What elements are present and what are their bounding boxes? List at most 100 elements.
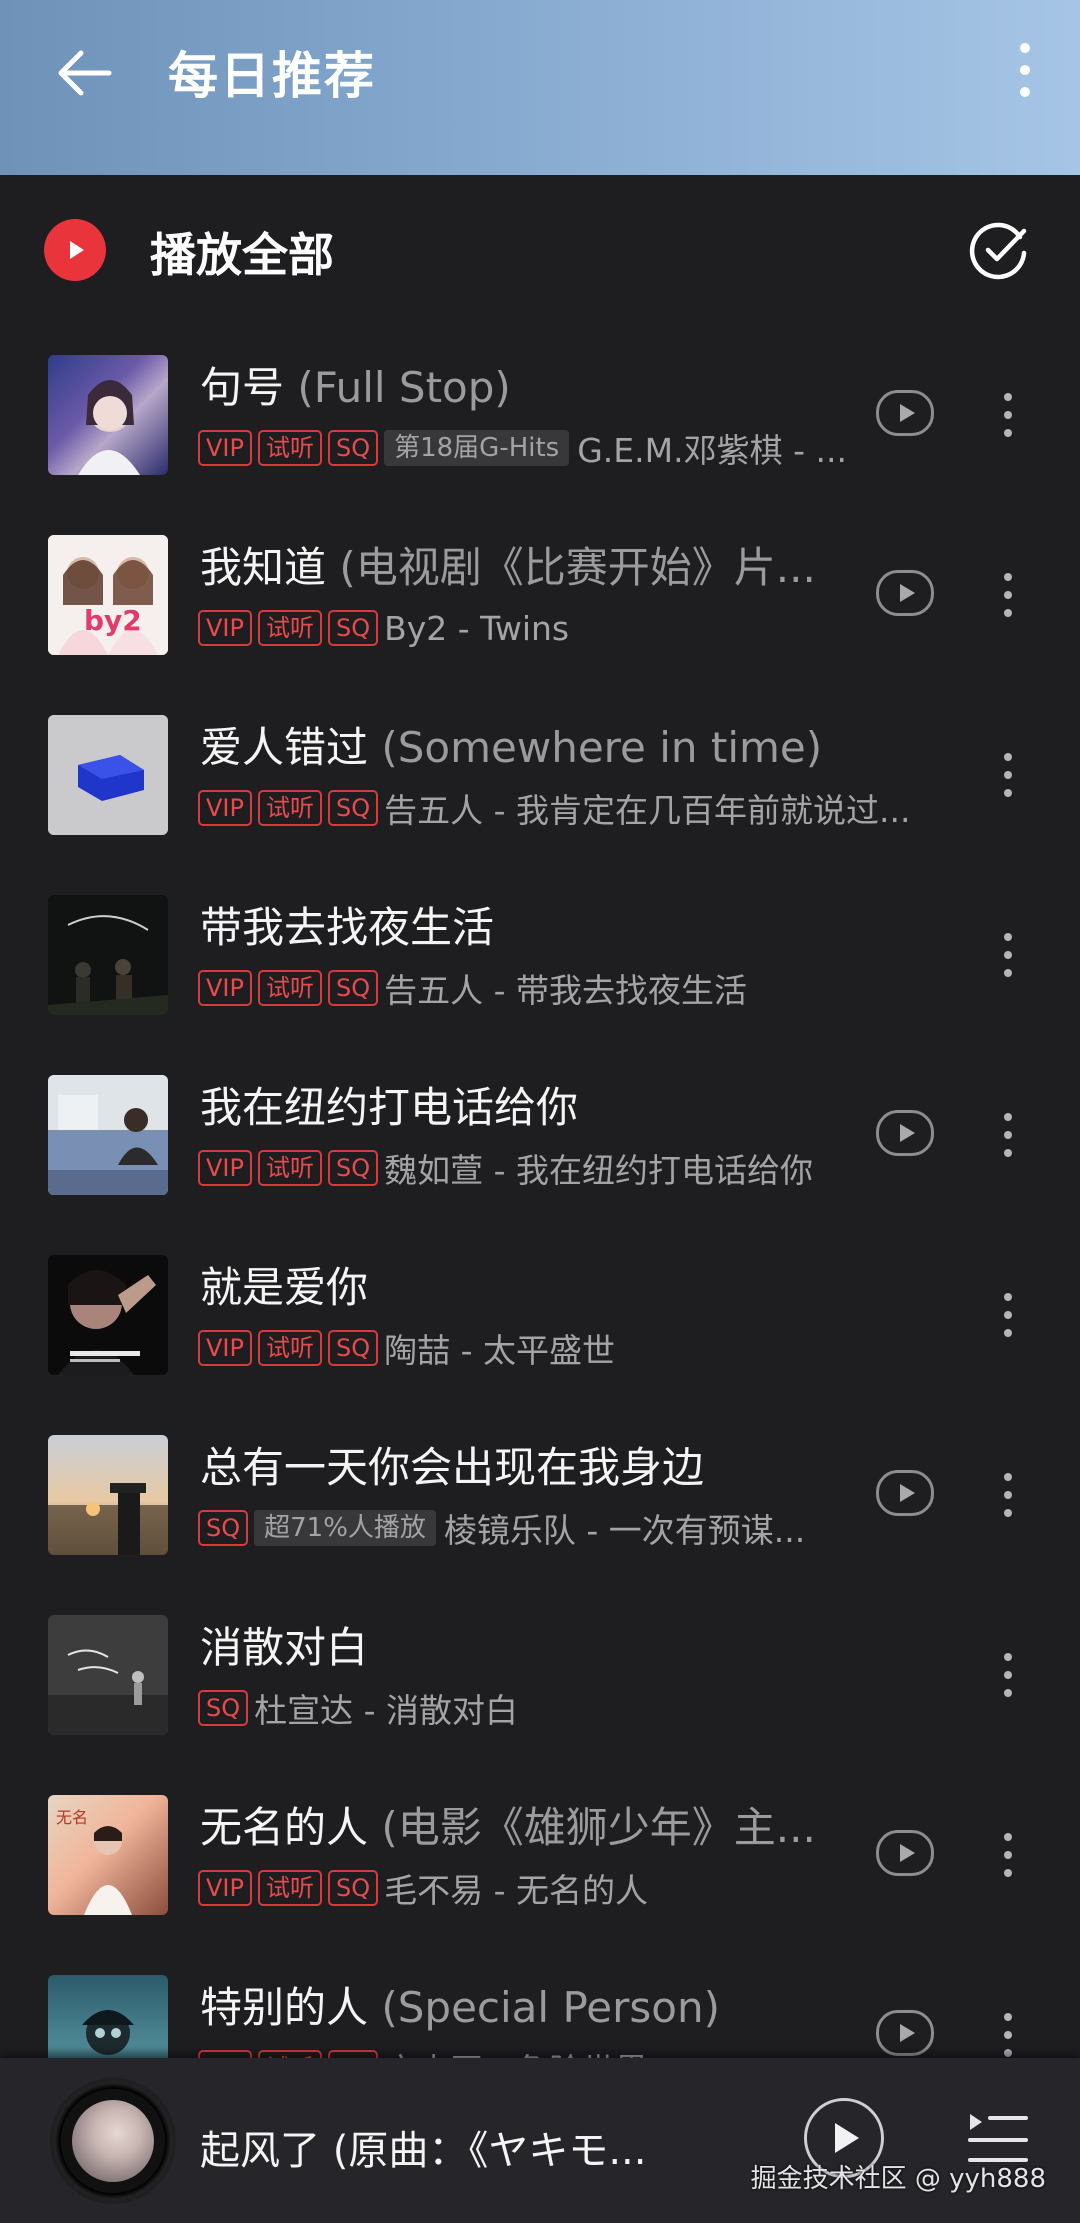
award-badge: 第18届G-Hits	[384, 430, 570, 466]
song-meta: VIP 试听 SQ 告五人 - 我肯定在几百年前就说过...	[198, 786, 938, 830]
play-all-label[interactable]: 播放全部	[150, 219, 334, 285]
song-more-icon[interactable]	[988, 2000, 1028, 2060]
song-meta: SQ 杜宣达 - 消散对白	[198, 1686, 938, 1730]
more-vertical-icon	[1020, 43, 1030, 97]
song-title: 特别的人 (Special Person)	[200, 1983, 720, 2032]
now-playing-disc[interactable]	[50, 2078, 176, 2204]
song-title: 我在纽约打电话给你	[200, 1083, 579, 1132]
vip-tag: VIP	[198, 790, 252, 826]
song-more-icon[interactable]	[988, 560, 1028, 630]
mv-play-icon[interactable]	[876, 1470, 934, 1516]
mv-play-icon[interactable]	[876, 2010, 934, 2056]
popularity-badge: 超71%人播放	[254, 1510, 436, 1546]
album-cover	[48, 355, 168, 475]
song-more-icon[interactable]	[988, 1280, 1028, 1350]
vip-tag: VIP	[198, 1870, 252, 1906]
song-more-icon[interactable]	[988, 1820, 1028, 1890]
song-more-icon[interactable]	[988, 1100, 1028, 1170]
song-title: 我知道 (电视剧《比赛开始》片...	[200, 543, 816, 592]
song-meta: VIP 试听 SQ 第18届G-Hits G.E.M.邓紫棋 - ...	[198, 426, 938, 470]
check-circle-icon[interactable]	[966, 217, 1032, 283]
song-meta: VIP 试听 SQ 毛不易 - 无名的人	[198, 1866, 938, 1910]
song-more-icon[interactable]	[988, 380, 1028, 450]
mv-play-icon[interactable]	[876, 570, 934, 616]
song-artist: 告五人 - 带我去找夜生活	[384, 971, 747, 1010]
album-cover	[48, 1435, 168, 1555]
song-more-icon[interactable]	[988, 1640, 1028, 1710]
song-artist: G.E.M.邓紫棋 - ...	[577, 431, 847, 470]
song-title: 无名的人 (电影《雄狮少年》主...	[200, 1803, 816, 1852]
now-playing-cover	[72, 2100, 154, 2182]
song-row[interactable]: 无名 无名的人 (电影《雄狮少年》主... VIP 试听 SQ 毛不易 - 无名…	[0, 1770, 1080, 1950]
sq-tag: SQ	[327, 790, 379, 826]
song-row[interactable]: 总有一天你会出现在我身边 SQ 超71%人播放 棱镜乐队 - 一次有预谋...	[0, 1410, 1080, 1590]
song-artist: 魏如萱 - 我在纽约打电话给你	[384, 1151, 813, 1190]
song-list: 句号 (Full Stop) VIP 试听 SQ 第18届G-Hits G.E.…	[0, 330, 1080, 2060]
song-meta: VIP 试听 SQ 告五人 - 带我去找夜生活	[198, 966, 938, 1010]
song-title: 总有一天你会出现在我身边	[200, 1443, 705, 1492]
album-cover	[48, 1075, 168, 1195]
song-artist: 棱镜乐队 - 一次有预谋...	[443, 1511, 806, 1550]
sq-tag: SQ	[327, 1870, 379, 1906]
back-button[interactable]	[40, 28, 130, 118]
song-row[interactable]: 爱人错过 (Somewhere in time) VIP 试听 SQ 告五人 -…	[0, 690, 1080, 870]
song-row[interactable]: 带我去找夜生活 VIP 试听 SQ 告五人 - 带我去找夜生活	[0, 870, 1080, 1050]
sq-tag: SQ	[198, 1690, 249, 1726]
app-root: 每日推荐 播放全部 句号 (Full Stop) VIP 试听 SQ 第18届G…	[0, 0, 1080, 2223]
album-cover: by2	[48, 535, 168, 655]
song-title: 爱人错过 (Somewhere in time)	[200, 723, 823, 772]
song-artist: 毛不易 - 无名的人	[384, 1871, 648, 1910]
song-row[interactable]: 就是爱你 VIP 试听 SQ 陶喆 - 太平盛世	[0, 1230, 1080, 1410]
song-title: 带我去找夜生活	[200, 903, 495, 952]
more-options-button[interactable]	[990, 30, 1060, 110]
sq-tag: SQ	[327, 430, 379, 466]
song-artist: 告五人 - 我肯定在几百年前就说过...	[384, 791, 911, 830]
album-cover	[48, 1615, 168, 1735]
album-cover	[48, 1975, 168, 2060]
song-meta: VIP 试听 SQ 陶喆 - 太平盛世	[198, 1326, 938, 1370]
preview-tag: 试听	[257, 430, 322, 466]
song-row[interactable]: 消散对白 SQ 杜宣达 - 消散对白	[0, 1590, 1080, 1770]
mv-play-icon[interactable]	[876, 1110, 934, 1156]
sq-tag: SQ	[327, 970, 379, 1006]
watermark: 掘金技术社区 @ yyh888	[750, 2164, 1046, 2194]
mv-play-icon[interactable]	[876, 1830, 934, 1876]
song-row[interactable]: 特别的人 (Special Person) VIP 试听 SQ 方大同 - 危险…	[0, 1950, 1080, 2060]
play-all-row[interactable]: 播放全部	[0, 175, 1080, 330]
preview-tag: 试听	[257, 1870, 322, 1906]
song-row[interactable]: 我在纽约打电话给你 VIP 试听 SQ 魏如萱 - 我在纽约打电话给你	[0, 1050, 1080, 1230]
header-bar: 每日推荐	[0, 0, 1080, 175]
song-title: 句号 (Full Stop)	[200, 363, 511, 412]
vip-tag: VIP	[198, 1330, 252, 1366]
song-more-icon[interactable]	[988, 920, 1028, 990]
song-more-icon[interactable]	[988, 740, 1028, 810]
song-artist: 杜宣达 - 消散对白	[254, 1691, 519, 1730]
preview-tag: 试听	[257, 970, 322, 1006]
mv-play-icon[interactable]	[876, 390, 934, 436]
vip-tag: VIP	[198, 430, 252, 466]
now-playing-title[interactable]: 起风了 (原曲：《ヤキモ...	[200, 2118, 680, 2176]
song-meta: SQ 超71%人播放 棱镜乐队 - 一次有预谋...	[198, 1506, 938, 1550]
song-title: 消散对白	[200, 1623, 369, 1672]
song-more-icon[interactable]	[988, 1460, 1028, 1530]
album-cover	[48, 895, 168, 1015]
play-circle-icon[interactable]	[44, 219, 106, 281]
preview-tag: 试听	[257, 790, 322, 826]
vip-tag: VIP	[198, 610, 252, 646]
preview-tag: 试听	[257, 1330, 322, 1366]
sq-tag: SQ	[198, 1510, 249, 1546]
preview-tag: 试听	[257, 610, 322, 646]
album-cover: 无名	[48, 1795, 168, 1915]
vip-tag: VIP	[198, 1150, 252, 1186]
vip-tag: VIP	[198, 970, 252, 1006]
arrow-left-icon	[58, 50, 112, 96]
mini-player[interactable]: 起风了 (原曲：《ヤキモ...	[0, 2058, 1080, 2223]
svg-text:无名: 无名	[56, 1808, 88, 1827]
album-cover	[48, 1255, 168, 1375]
sq-tag: SQ	[327, 610, 379, 646]
song-row[interactable]: by2 我知道 (电视剧《比赛开始》片... VIP 试听 SQ By2 - T…	[0, 510, 1080, 690]
song-row[interactable]: 句号 (Full Stop) VIP 试听 SQ 第18届G-Hits G.E.…	[0, 330, 1080, 510]
album-cover	[48, 715, 168, 835]
song-artist: By2 - Twins	[384, 608, 570, 648]
sq-tag: SQ	[327, 1330, 379, 1366]
